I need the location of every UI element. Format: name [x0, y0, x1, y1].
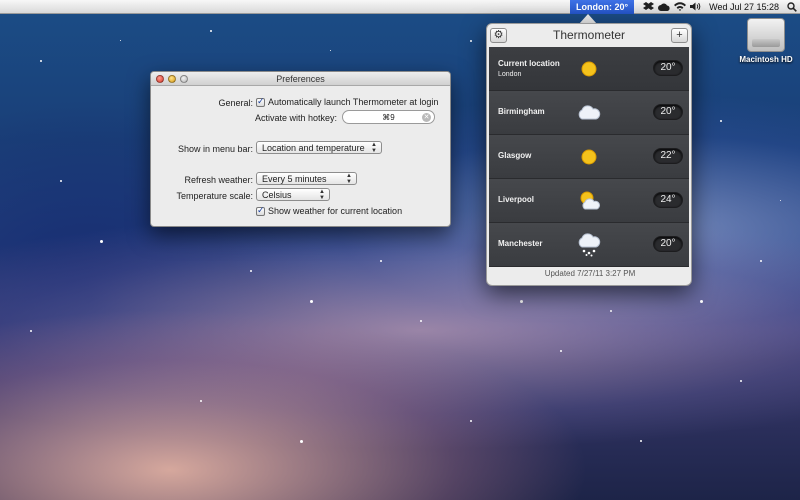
- menu-bar-select[interactable]: Location and temperature ▲ ▼: [256, 141, 382, 154]
- temperature-badge: 20°: [653, 104, 683, 120]
- refresh-select-value: Every 5 minutes: [262, 173, 327, 184]
- thermometer-popover: ⚙ Thermometer + Current location London …: [486, 23, 692, 286]
- auto-launch-checkbox[interactable]: [256, 96, 265, 107]
- popup-arrows-icon: ▲ ▼: [371, 142, 377, 154]
- temperature-badge: 20°: [653, 60, 683, 76]
- wifi-icon[interactable]: [672, 0, 688, 14]
- menu-bar-label: Show in menu bar:: [177, 144, 253, 154]
- sun-icon: [576, 57, 602, 81]
- plus-icon: +: [676, 29, 683, 41]
- close-button[interactable]: [156, 75, 164, 83]
- menu-bar-select-value: Location and temperature: [262, 142, 365, 153]
- list-item[interactable]: Birmingham 20°: [489, 91, 689, 135]
- settings-button[interactable]: ⚙: [490, 28, 507, 43]
- cloud-icon[interactable]: [656, 0, 672, 14]
- desktop-disk[interactable]: Macintosh HD: [736, 18, 796, 64]
- hotkey-field[interactable]: ⌘9 ✕: [342, 110, 435, 124]
- list-item[interactable]: Current location London 20°: [489, 47, 689, 91]
- hotkey-label: Activate with hotkey:: [254, 113, 337, 123]
- add-location-button[interactable]: +: [671, 28, 688, 43]
- cloud-icon: [576, 101, 602, 125]
- list-item[interactable]: Glasgow 22°: [489, 135, 689, 179]
- preferences-titlebar[interactable]: Preferences: [151, 72, 450, 86]
- auto-launch-row: Automatically launch Thermometer at logi…: [256, 96, 438, 107]
- clear-hotkey-icon[interactable]: ✕: [422, 113, 431, 122]
- menu-bar: London: 20° Wed Jul 27 15:28: [0, 0, 800, 14]
- temperature-badge: 20°: [653, 236, 683, 252]
- city-name: Manchester: [498, 239, 543, 248]
- show-current-label[interactable]: Show weather for current location: [268, 206, 402, 216]
- temperature-badge: 22°: [653, 148, 683, 164]
- auto-launch-label[interactable]: Automatically launch Thermometer at logi…: [268, 97, 438, 107]
- gear-icon: ⚙: [493, 29, 504, 41]
- city-subtitle: London: [498, 71, 522, 78]
- city-name: Current location: [498, 59, 560, 68]
- show-current-checkbox[interactable]: [256, 205, 265, 216]
- city-name: Liverpool: [498, 195, 535, 204]
- partly-cloudy-icon: [576, 189, 602, 213]
- list-item[interactable]: Manchester 20°: [489, 223, 689, 267]
- window-controls: [156, 75, 188, 83]
- refresh-select[interactable]: Every 5 minutes ▲ ▼: [256, 172, 357, 185]
- thermometer-title: Thermometer: [552, 28, 626, 42]
- preferences-window: Preferences General: Automatically launc…: [150, 71, 451, 227]
- menubar-clock[interactable]: Wed Jul 27 15:28: [704, 0, 784, 14]
- sun-icon: [576, 145, 602, 169]
- disk-label: Macintosh HD: [739, 55, 793, 64]
- general-label: General:: [218, 98, 253, 108]
- menubar-thermometer-item[interactable]: London: 20°: [570, 0, 635, 14]
- city-name: Birmingham: [498, 107, 545, 116]
- scale-label: Temperature scale:: [176, 191, 253, 201]
- list-item[interactable]: Liverpool 24°: [489, 179, 689, 223]
- popup-arrows-icon: ▲ ▼: [319, 189, 325, 201]
- minimize-button[interactable]: [168, 75, 176, 83]
- city-name: Glasgow: [498, 151, 532, 160]
- thermometer-header: ⚙ Thermometer +: [487, 24, 691, 47]
- updated-timestamp: Updated 7/27/11 3:27 PM: [544, 269, 636, 278]
- volume-icon[interactable]: [688, 0, 704, 14]
- hard-drive-icon: [747, 18, 785, 52]
- location-list: Current location London 20° Birmingham 2…: [489, 47, 689, 267]
- snow-cloud-icon: [576, 233, 602, 257]
- popup-arrows-icon: ▲ ▼: [346, 173, 352, 185]
- show-current-row: Show weather for current location: [256, 205, 402, 216]
- refresh-label: Refresh weather:: [184, 175, 253, 185]
- scale-select-value: Celsius: [262, 189, 292, 200]
- window-title: Preferences: [276, 74, 325, 84]
- dropbox-icon[interactable]: [640, 0, 656, 14]
- spotlight-icon[interactable]: [784, 0, 800, 14]
- temperature-badge: 24°: [653, 192, 683, 208]
- hotkey-value: ⌘9: [382, 112, 395, 122]
- scale-select[interactable]: Celsius ▲ ▼: [256, 188, 330, 201]
- zoom-button[interactable]: [180, 75, 188, 83]
